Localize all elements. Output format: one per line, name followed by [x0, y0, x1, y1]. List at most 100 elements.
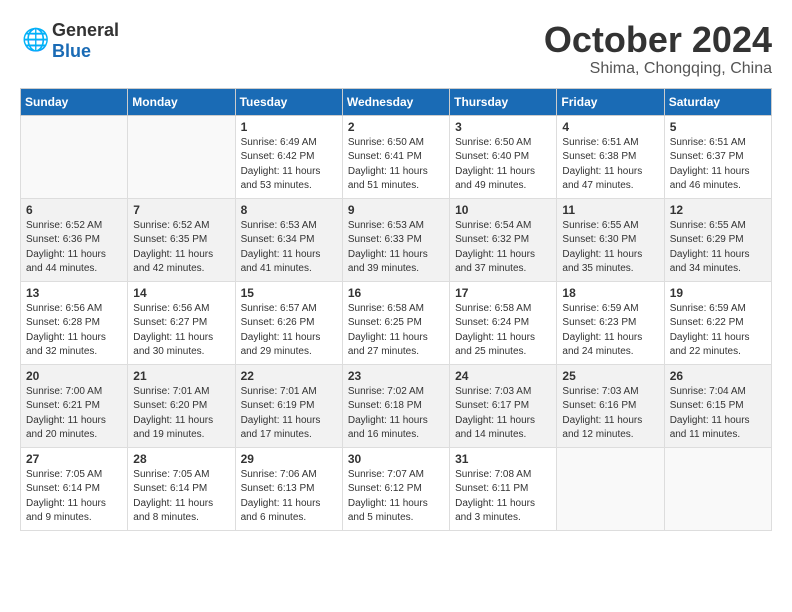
day-info: Sunrise: 7:00 AM Sunset: 6:21 PM Dayligh…	[26, 385, 122, 443]
day-header-tuesday: Tuesday	[235, 88, 342, 115]
calendar-cell	[128, 115, 235, 198]
day-info: Sunrise: 7:04 AM Sunset: 6:15 PM Dayligh…	[670, 385, 766, 443]
day-info: Sunrise: 7:05 AM Sunset: 6:14 PM Dayligh…	[26, 468, 122, 526]
location-title: Shima, Chongqing, China	[544, 60, 772, 78]
day-number: 18	[562, 286, 658, 300]
calendar-cell: 31Sunrise: 7:08 AM Sunset: 6:11 PM Dayli…	[450, 447, 557, 530]
day-info: Sunrise: 6:52 AM Sunset: 6:35 PM Dayligh…	[133, 219, 229, 277]
day-number: 23	[348, 369, 444, 383]
day-info: Sunrise: 7:03 AM Sunset: 6:17 PM Dayligh…	[455, 385, 551, 443]
day-number: 28	[133, 452, 229, 466]
day-header-thursday: Thursday	[450, 88, 557, 115]
day-number: 24	[455, 369, 551, 383]
day-number: 22	[241, 369, 337, 383]
calendar-cell: 18 Sunrise: 6:59 AM Sunset: 6:23 PM Dayli…	[557, 281, 664, 364]
calendar-week-row: 6Sunrise: 6:52 AM Sunset: 6:36 PM Daylig…	[21, 198, 772, 281]
day-number: 11	[562, 203, 658, 217]
day-info: Sunrise: 6:56 AM Sunset: 6:28 PM Dayligh…	[26, 302, 122, 360]
calendar-week-row: 20 Sunrise: 7:00 AM Sunset: 6:21 PM Dayli…	[21, 364, 772, 447]
title-area: October 2024 Shima, Chongqing, China	[544, 20, 772, 78]
day-info: Sunrise: 7:02 AM Sunset: 6:18 PM Dayligh…	[348, 385, 444, 443]
calendar-cell: 24 Sunrise: 7:03 AM Sunset: 6:17 PM Dayli…	[450, 364, 557, 447]
calendar-cell: 27 Sunrise: 7:05 AM Sunset: 6:14 PM Dayli…	[21, 447, 128, 530]
day-number: 4	[562, 120, 658, 134]
calendar-cell	[664, 447, 771, 530]
day-info: Sunrise: 6:59 AM Sunset: 6:23 PM Dayligh…	[562, 302, 658, 360]
day-info: Sunrise: 6:56 AM Sunset: 6:27 PM Dayligh…	[133, 302, 229, 360]
day-info: Sunrise: 7:07 AM Sunset: 6:12 PM Dayligh…	[348, 468, 444, 526]
calendar-cell: 30 Sunrise: 7:07 AM Sunset: 6:12 PM Dayli…	[342, 447, 449, 530]
day-number: 16	[348, 286, 444, 300]
day-number: 1	[241, 120, 337, 134]
day-number: 6	[26, 203, 122, 217]
day-number: 26	[670, 369, 766, 383]
day-info: Sunrise: 6:53 AM Sunset: 6:33 PM Dayligh…	[348, 219, 444, 277]
calendar-cell: 25 Sunrise: 7:03 AM Sunset: 6:16 PM Dayli…	[557, 364, 664, 447]
day-number: 2	[348, 120, 444, 134]
calendar-cell: 23 Sunrise: 7:02 AM Sunset: 6:18 PM Dayli…	[342, 364, 449, 447]
calendar-cell: 17 Sunrise: 6:58 AM Sunset: 6:24 PM Dayli…	[450, 281, 557, 364]
day-info: Sunrise: 6:51 AM Sunset: 6:38 PM Dayligh…	[562, 136, 658, 194]
day-header-sunday: Sunday	[21, 88, 128, 115]
calendar-cell: 11 Sunrise: 6:55 AM Sunset: 6:30 PM Dayli…	[557, 198, 664, 281]
day-header-friday: Friday	[557, 88, 664, 115]
calendar-cell: 4 Sunrise: 6:51 AM Sunset: 6:38 PM Daylig…	[557, 115, 664, 198]
logo-blue: Blue	[52, 41, 91, 61]
logo-general: General	[52, 20, 119, 40]
logo-text: General Blue	[52, 20, 119, 62]
day-number: 5	[670, 120, 766, 134]
day-number: 27	[26, 452, 122, 466]
calendar-cell: 21Sunrise: 7:01 AM Sunset: 6:20 PM Dayli…	[128, 364, 235, 447]
calendar-week-row: 13Sunrise: 6:56 AM Sunset: 6:28 PM Dayli…	[21, 281, 772, 364]
calendar-cell: 20 Sunrise: 7:00 AM Sunset: 6:21 PM Dayli…	[21, 364, 128, 447]
day-info: Sunrise: 6:59 AM Sunset: 6:22 PM Dayligh…	[670, 302, 766, 360]
day-number: 9	[348, 203, 444, 217]
day-info: Sunrise: 6:58 AM Sunset: 6:24 PM Dayligh…	[455, 302, 551, 360]
day-info: Sunrise: 6:51 AM Sunset: 6:37 PM Dayligh…	[670, 136, 766, 194]
day-info: Sunrise: 7:01 AM Sunset: 6:19 PM Dayligh…	[241, 385, 337, 443]
calendar-cell: 1 Sunrise: 6:49 AM Sunset: 6:42 PM Daylig…	[235, 115, 342, 198]
logo-icon: 🌐	[20, 27, 48, 55]
day-info: Sunrise: 6:55 AM Sunset: 6:30 PM Dayligh…	[562, 219, 658, 277]
day-number: 19	[670, 286, 766, 300]
calendar-cell: 2 Sunrise: 6:50 AM Sunset: 6:41 PM Daylig…	[342, 115, 449, 198]
calendar-cell: 3Sunrise: 6:50 AM Sunset: 6:40 PM Daylig…	[450, 115, 557, 198]
day-number: 7	[133, 203, 229, 217]
day-info: Sunrise: 7:03 AM Sunset: 6:16 PM Dayligh…	[562, 385, 658, 443]
month-title: October 2024	[544, 20, 772, 60]
day-number: 10	[455, 203, 551, 217]
calendar-cell	[21, 115, 128, 198]
day-info: Sunrise: 6:49 AM Sunset: 6:42 PM Dayligh…	[241, 136, 337, 194]
day-number: 31	[455, 452, 551, 466]
calendar-cell: 5 Sunrise: 6:51 AM Sunset: 6:37 PM Daylig…	[664, 115, 771, 198]
day-number: 15	[241, 286, 337, 300]
day-number: 14	[133, 286, 229, 300]
calendar-cell: 29 Sunrise: 7:06 AM Sunset: 6:13 PM Dayli…	[235, 447, 342, 530]
day-number: 25	[562, 369, 658, 383]
calendar-week-row: 1 Sunrise: 6:49 AM Sunset: 6:42 PM Daylig…	[21, 115, 772, 198]
calendar-cell: 12Sunrise: 6:55 AM Sunset: 6:29 PM Dayli…	[664, 198, 771, 281]
calendar-cell: 10Sunrise: 6:54 AM Sunset: 6:32 PM Dayli…	[450, 198, 557, 281]
day-number: 12	[670, 203, 766, 217]
day-number: 21	[133, 369, 229, 383]
day-info: Sunrise: 6:57 AM Sunset: 6:26 PM Dayligh…	[241, 302, 337, 360]
svg-text:🌐: 🌐	[22, 27, 48, 52]
day-number: 17	[455, 286, 551, 300]
day-info: Sunrise: 6:50 AM Sunset: 6:40 PM Dayligh…	[455, 136, 551, 194]
calendar-cell: 19 Sunrise: 6:59 AM Sunset: 6:22 PM Dayli…	[664, 281, 771, 364]
logo: 🌐 General Blue	[20, 20, 119, 62]
calendar-cell: 7 Sunrise: 6:52 AM Sunset: 6:35 PM Daylig…	[128, 198, 235, 281]
calendar-table: SundayMondayTuesdayWednesdayThursdayFrid…	[20, 88, 772, 531]
day-info: Sunrise: 7:06 AM Sunset: 6:13 PM Dayligh…	[241, 468, 337, 526]
calendar-cell: 16Sunrise: 6:58 AM Sunset: 6:25 PM Dayli…	[342, 281, 449, 364]
calendar-cell: 13Sunrise: 6:56 AM Sunset: 6:28 PM Dayli…	[21, 281, 128, 364]
calendar-cell: 15 Sunrise: 6:57 AM Sunset: 6:26 PM Dayli…	[235, 281, 342, 364]
calendar-cell: 9 Sunrise: 6:53 AM Sunset: 6:33 PM Daylig…	[342, 198, 449, 281]
calendar-cell: 8Sunrise: 6:53 AM Sunset: 6:34 PM Daylig…	[235, 198, 342, 281]
calendar-body: 1 Sunrise: 6:49 AM Sunset: 6:42 PM Daylig…	[21, 115, 772, 530]
day-number: 20	[26, 369, 122, 383]
day-header-wednesday: Wednesday	[342, 88, 449, 115]
day-number: 29	[241, 452, 337, 466]
day-info: Sunrise: 6:50 AM Sunset: 6:41 PM Dayligh…	[348, 136, 444, 194]
day-number: 30	[348, 452, 444, 466]
